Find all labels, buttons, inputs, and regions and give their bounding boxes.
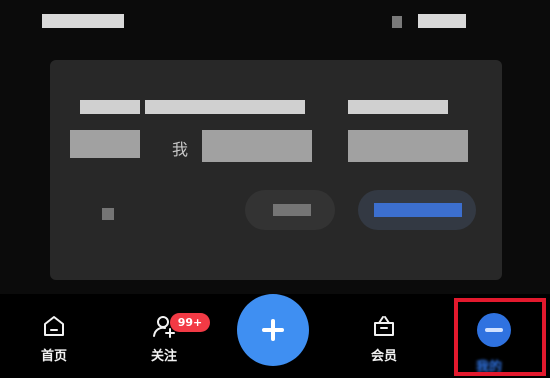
dialog-text-obscured (80, 100, 140, 114)
nav-label-vip: 会员 (370, 349, 397, 364)
plus-icon-vertical (271, 319, 275, 341)
popup-dialog: 我 (50, 60, 502, 280)
dialog-checkbox-obscured[interactable] (102, 208, 114, 220)
dialog-text-obscured (348, 100, 448, 114)
status-bar (0, 0, 550, 44)
nav-label-home: 首页 (40, 349, 67, 364)
button-label-obscured (273, 204, 311, 216)
dialog-text-obscured (202, 130, 312, 162)
dialog-text-obscured (348, 130, 468, 162)
nav-item-home[interactable]: 首页 (24, 314, 84, 372)
dialog-visible-text: 我 (172, 140, 189, 159)
dialog-text-obscured (70, 130, 140, 158)
status-signal-obscured (392, 16, 402, 28)
highlight-annotation (454, 298, 546, 376)
status-battery-obscured (418, 14, 466, 28)
nav-label-follow: 关注 (150, 349, 177, 364)
home-icon (44, 316, 64, 336)
dialog-text-obscured (205, 100, 305, 114)
notification-badge: 99+ (170, 313, 210, 332)
button-label-obscured (374, 203, 462, 217)
status-time-obscured (42, 14, 124, 28)
dialog-secondary-button[interactable] (245, 190, 335, 230)
dialog-primary-button[interactable] (358, 190, 476, 230)
nav-item-vip[interactable]: 会员 (354, 314, 414, 372)
add-button[interactable] (237, 294, 309, 366)
vip-icon (374, 316, 394, 336)
